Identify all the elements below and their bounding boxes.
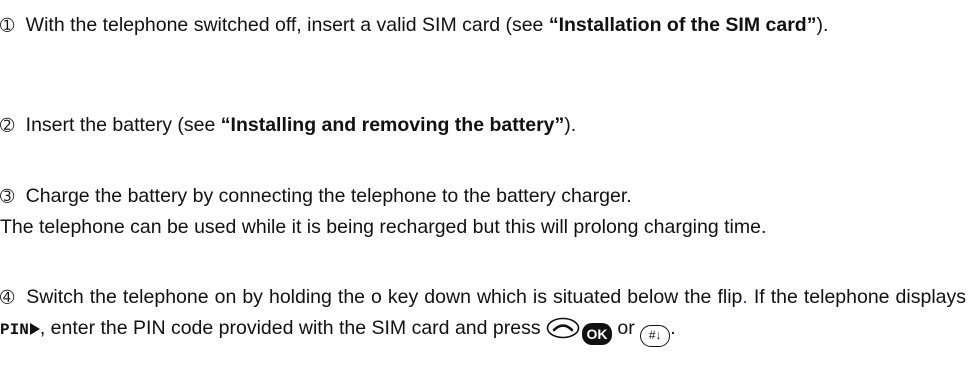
step-4-end: . [670,317,676,339]
step-3-line-1: Charge the battery by connecting the tel… [25,185,632,207]
step-2-text: Insert the battery (see [25,114,221,136]
step-1-text: With the telephone switched off, insert … [25,14,549,36]
step-2-text-end: ). [564,114,577,136]
step-3-line-2: The telephone can be used while it is be… [0,216,767,238]
step-1: ➀ With the telephone switched off, inser… [0,10,966,41]
hash-key-icon: #↓ [640,325,671,347]
play-arrow-icon [29,323,40,335]
step-4-or: or [612,317,641,339]
step-4-text-b: If the telephone displays [747,286,967,308]
step-1-text-end: ). [816,14,829,36]
step-4-text-c: , enter the PIN code provided with the S… [39,317,546,339]
step-2-reference: “Installing and removing the battery” [220,114,565,136]
ok-key-icon: OK [582,323,612,345]
step-number-4: ➃ [0,288,15,307]
step-3: ➂ Charge the battery by connecting the t… [0,181,966,243]
step-4: ➃ Switch the telephone on by holding the… [0,282,966,347]
step-number-3: ➂ [0,187,15,206]
step-number-1: ➀ [0,16,15,35]
call-key-icon [546,317,580,339]
step-1-reference: “Installation of the SIM card” [548,14,817,36]
step-number-2: ➁ [0,116,15,135]
step-2: ➁ Insert the battery (see “Installing an… [0,110,966,141]
pin-display-text: PIN [0,321,29,339]
document-page: ➀ With the telephone switched off, inser… [0,0,968,381]
step-4-text: Switch the telephone on by holding the o… [26,286,743,308]
